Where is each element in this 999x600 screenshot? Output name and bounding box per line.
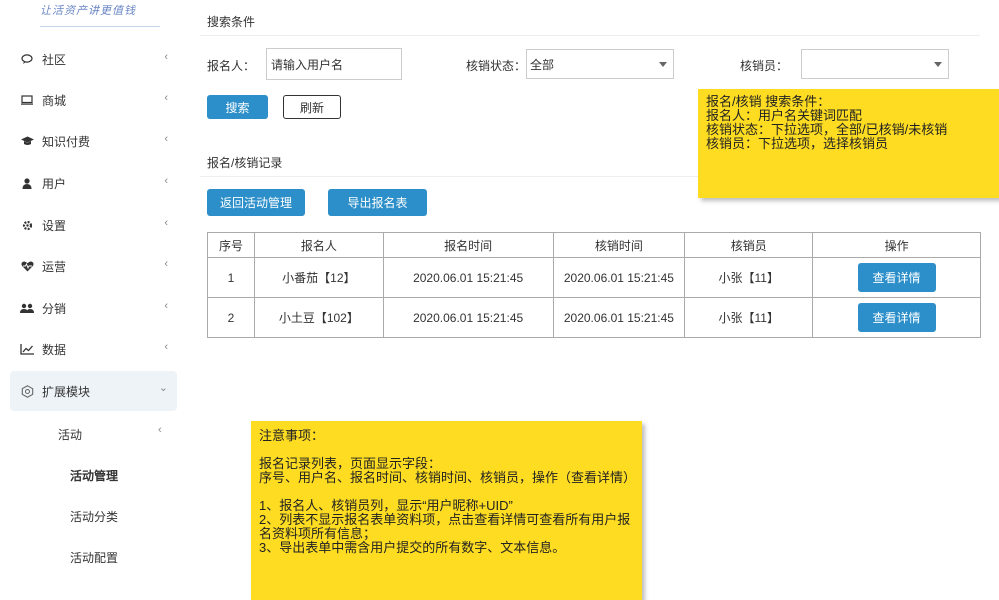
caret-down-icon xyxy=(659,62,667,67)
sidebar-subitem-activity-config[interactable]: 活动配置 xyxy=(70,549,118,566)
column-header: 报名时间 xyxy=(382,232,554,258)
sidebar-item-operations[interactable]: 运营 ‹ xyxy=(20,256,180,276)
chevron-left-icon: ‹ xyxy=(164,51,168,63)
view-detail-button[interactable]: 查看详情 xyxy=(857,303,936,332)
sidebar-item-extension[interactable]: 扩展模块 ⌄ xyxy=(20,381,180,401)
cell-staff: 小张【11】 xyxy=(684,257,814,298)
name-input[interactable]: 请输入用户名 xyxy=(266,48,402,80)
note-rule: 3、导出表单中需含用户提交的所有数字、文本信息。 xyxy=(259,540,566,555)
search-button[interactable]: 搜索 xyxy=(207,95,268,119)
heartbeat-icon xyxy=(20,259,34,273)
records-table: 序号 报名人 报名时间 核销时间 核销员 操作 1 小番茄【12】 2020.0… xyxy=(207,232,981,338)
sidebar-item-settings[interactable]: 设置 ‹ xyxy=(20,215,180,235)
note-line: 核销状态：下拉选项，全部/已核销/未核销 xyxy=(706,122,948,137)
chat-icon xyxy=(20,52,34,66)
sidebar-item-label: 商城 xyxy=(42,93,67,108)
chevron-left-icon: ‹ xyxy=(164,92,168,104)
table-header-row: 序号 报名人 报名时间 核销时间 核销员 操作 xyxy=(207,232,981,258)
chevron-left-icon: ‹ xyxy=(164,133,168,145)
name-label: 报名人： xyxy=(207,59,256,73)
column-header: 核销时间 xyxy=(552,232,686,258)
sidebar-item-label: 知识付费 xyxy=(42,134,91,149)
sidebar-subitem-activity-manage[interactable]: 活动管理 xyxy=(70,467,118,484)
caret-down-icon xyxy=(934,62,942,67)
search-section-title: 搜索条件 xyxy=(207,15,256,29)
cell-signup-time: 2020.06.01 15:21:45 xyxy=(382,297,554,338)
search-conditions-note: 报名/核销 搜索条件： 报名人：用户名关键词匹配 核销状态：下拉选项，全部/已核… xyxy=(698,89,999,198)
monitor-icon xyxy=(20,93,34,107)
sidebar-item-label: 分销 xyxy=(42,301,67,316)
note-fields: 序号、用户名、报名时间、核销时间、核销员，操作（查看详情） xyxy=(259,470,637,485)
note-intro: 报名记录列表，页面显示字段： xyxy=(259,456,442,471)
status-select-value: 全部 xyxy=(530,57,555,72)
column-header: 操作 xyxy=(812,232,981,258)
view-detail-button[interactable]: 查看详情 xyxy=(857,263,936,292)
cell-no: 2 xyxy=(207,297,255,338)
note-rule: 2、列表不显示报名表单资料项，点击查看详情可查看所有用户报名资料项所有信息； xyxy=(259,512,631,541)
table-row: 2 小土豆【102】 2020.06.01 15:21:45 2020.06.0… xyxy=(207,297,981,338)
note-title: 注意事项： xyxy=(259,428,325,443)
sidebar-item-distribution[interactable]: 分销 ‹ xyxy=(20,298,180,318)
sidebar-subgroup-activity[interactable]: 活动 xyxy=(58,426,82,443)
line-chart-icon xyxy=(20,342,34,356)
chevron-left-icon: ‹ xyxy=(164,300,168,312)
chevron-left-icon: ‹ xyxy=(158,424,162,436)
graduation-cap-icon xyxy=(20,134,34,148)
cell-verify-time: 2020.06.01 15:21:45 xyxy=(552,297,686,338)
cell-action: 查看详情 xyxy=(812,257,981,298)
sidebar-item-label: 设置 xyxy=(42,218,67,233)
sidebar: 让活资产讲更值钱 社区 ‹ 商城 ‹ 知识付费 ‹ 用户 ‹ 设置 ‹ 运营 ‹… xyxy=(0,0,190,600)
cell-action: 查看详情 xyxy=(812,297,981,338)
sidebar-subitem-activity-category[interactable]: 活动分类 xyxy=(70,508,118,525)
staff-label: 核销员： xyxy=(740,59,789,73)
note-line: 报名/核销 搜索条件： xyxy=(706,94,831,109)
sidebar-item-mall[interactable]: 商城 ‹ xyxy=(20,90,180,110)
sidebar-item-community[interactable]: 社区 ‹ xyxy=(20,49,180,69)
export-signup-button[interactable]: 导出报名表 xyxy=(328,189,427,216)
cell-signup-time: 2020.06.01 15:21:45 xyxy=(382,257,554,298)
chevron-left-icon: ‹ xyxy=(164,258,168,270)
staff-select[interactable] xyxy=(801,49,949,79)
gear-icon xyxy=(20,218,34,232)
cell-verify-time: 2020.06.01 15:21:45 xyxy=(552,257,686,298)
records-section-title: 报名/核销记录 xyxy=(207,156,283,170)
cell-name: 小番茄【12】 xyxy=(253,257,384,298)
note-line: 核销员：下拉选项，选择核销员 xyxy=(706,136,889,151)
column-header: 核销员 xyxy=(684,232,814,258)
cell-no: 1 xyxy=(207,257,255,298)
note-line: 报名人：用户名关键词匹配 xyxy=(706,108,863,123)
chevron-left-icon: ‹ xyxy=(164,341,168,353)
users-icon xyxy=(20,301,34,315)
sidebar-item-knowledge[interactable]: 知识付费 ‹ xyxy=(20,131,180,151)
chevron-left-icon: ‹ xyxy=(164,217,168,229)
hexagon-icon xyxy=(20,384,34,398)
refresh-button[interactable]: 刷新 xyxy=(283,95,341,119)
column-header: 报名人 xyxy=(253,232,384,258)
user-icon xyxy=(20,176,34,190)
sidebar-item-label: 扩展模块 xyxy=(42,384,91,399)
table-row: 1 小番茄【12】 2020.06.01 15:21:45 2020.06.01… xyxy=(207,257,981,298)
chevron-down-icon: ⌄ xyxy=(158,382,168,394)
column-header: 序号 xyxy=(207,232,255,258)
notes-annotation: 注意事项： 报名记录列表，页面显示字段： 序号、用户名、报名时间、核销时间、核销… xyxy=(251,421,642,600)
sidebar-item-data[interactable]: 数据 ‹ xyxy=(20,339,180,359)
sidebar-item-label: 数据 xyxy=(42,342,67,357)
cell-name: 小土豆【102】 xyxy=(253,297,384,338)
divider xyxy=(200,35,980,36)
chevron-left-icon: ‹ xyxy=(164,175,168,187)
cell-staff: 小张【11】 xyxy=(684,297,814,338)
note-rule: 1、报名人、核销员列，显示“用户昵称+UID” xyxy=(259,498,513,513)
sidebar-item-label: 运营 xyxy=(42,259,67,274)
sidebar-item-label: 用户 xyxy=(42,176,67,191)
sidebar-item-label: 社区 xyxy=(42,52,67,67)
logo: 让活资产讲更值钱 xyxy=(40,2,160,27)
status-label: 核销状态： xyxy=(466,59,527,73)
sidebar-item-user[interactable]: 用户 ‹ xyxy=(20,173,180,193)
back-to-activity-button[interactable]: 返回活动管理 xyxy=(207,189,305,216)
status-select[interactable]: 全部 xyxy=(526,49,674,79)
